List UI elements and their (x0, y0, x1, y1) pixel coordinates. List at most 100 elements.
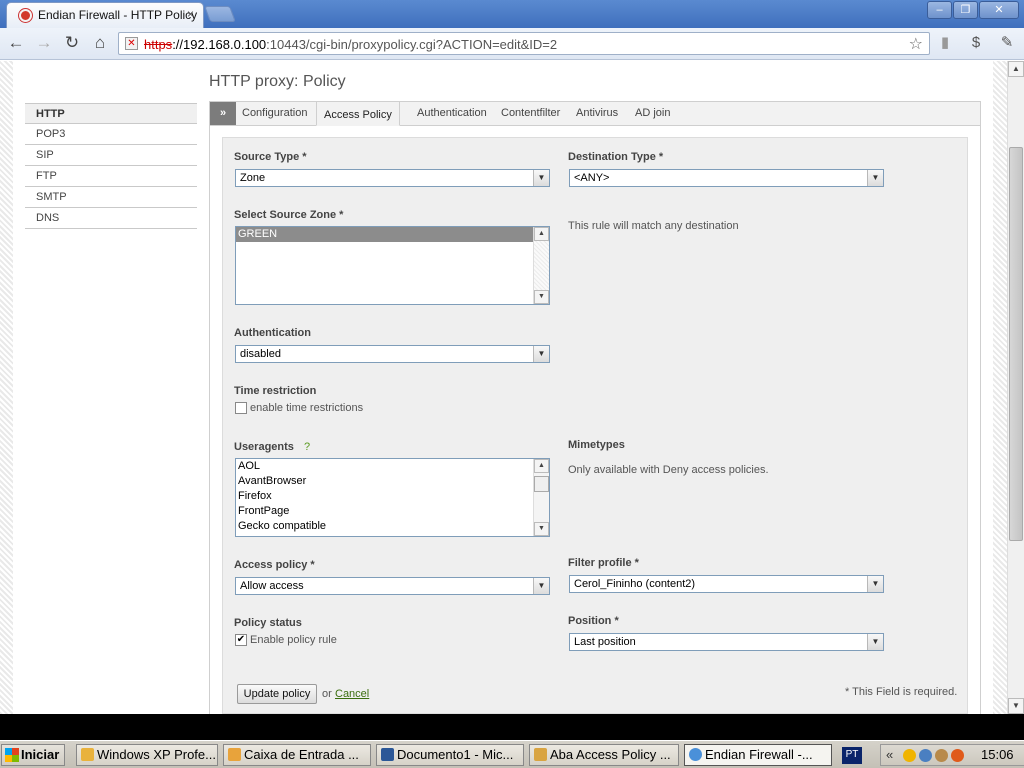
sidebar-item-ftp[interactable]: FTP (25, 166, 197, 187)
list-item[interactable]: Gecko compatible (236, 519, 533, 534)
scroll-up-icon[interactable]: ▲ (534, 227, 549, 241)
or-text: or (322, 688, 332, 700)
sidebar-item-dns[interactable]: DNS (25, 208, 197, 229)
taskbar-item[interactable]: Documento1 - Mic... (376, 744, 524, 766)
listbox-scrollbar[interactable]: ▲ ▼ (533, 227, 549, 304)
enable-policy-checkbox[interactable]: ✔ (235, 634, 247, 646)
help-icon[interactable]: ? (304, 441, 310, 453)
taskbar-item-active[interactable]: Endian Firewall -... (684, 744, 832, 766)
browser-titlebar: Endian Firewall - HTTP Policy × – ❐ ✕ (0, 0, 1024, 28)
network-icon[interactable] (919, 749, 932, 762)
taskbar-item[interactable]: Windows XP Profe... (76, 744, 218, 766)
bookmark-star-icon[interactable]: ☆ (909, 34, 923, 54)
start-button[interactable]: Iniciar (1, 744, 65, 766)
signal-bars-icon[interactable]: ▮ (935, 33, 955, 53)
tab-configuration[interactable]: Configuration (242, 102, 307, 125)
scroll-down-icon[interactable]: ▼ (534, 290, 549, 304)
tab-antivirus[interactable]: Antivirus (576, 102, 618, 125)
close-tab-icon[interactable]: × (187, 7, 194, 21)
sidebar-item-pop3[interactable]: POP3 (25, 124, 197, 145)
user-icon[interactable] (935, 749, 948, 762)
forward-icon[interactable]: → (34, 33, 54, 53)
useragents-listbox[interactable]: AOL AvantBrowser Firefox FrontPage Gecko… (235, 458, 550, 537)
scroll-thumb[interactable] (534, 476, 549, 492)
url-host: ://192.168.0.100 (172, 37, 267, 52)
source-zone-listbox[interactable]: GREEN ▲ ▼ (235, 226, 550, 305)
url-text: https://192.168.0.100:10443/cgi-bin/prox… (144, 37, 557, 52)
scroll-down-icon[interactable]: ▼ (1008, 698, 1024, 714)
word-document-icon (381, 748, 394, 761)
tab-scroll-arrow-icon[interactable]: » (210, 102, 236, 125)
filter-profile-select[interactable]: Cerol_Fininho (content2) ▼ (569, 575, 884, 593)
new-tab-button[interactable] (204, 6, 236, 22)
language-indicator[interactable]: PT (842, 747, 862, 764)
access-policy-value: Allow access (240, 580, 304, 592)
chevron-down-icon[interactable]: ▼ (533, 170, 549, 186)
list-item[interactable]: Firefox (236, 489, 533, 504)
cancel-link[interactable]: Cancel (335, 688, 369, 700)
extension-dollar-icon[interactable]: $ (966, 33, 986, 53)
taskbar-item[interactable]: Caixa de Entrada ... (223, 744, 371, 766)
browser-toolbar: ← → ↻ ⌂ ✕ https://192.168.0.100:10443/cg… (0, 28, 1024, 60)
scroll-up-icon[interactable]: ▲ (1008, 61, 1024, 77)
source-type-label: Source Type * (234, 151, 307, 163)
os-taskbar: Iniciar Windows XP Profe... Caixa de Ent… (0, 740, 1024, 768)
authentication-label: Authentication (234, 327, 311, 339)
list-item[interactable]: AOL (236, 459, 533, 474)
time-restriction-checkbox-label[interactable]: enable time restrictions (250, 402, 363, 414)
source-type-select[interactable]: Zone ▼ (235, 169, 550, 187)
chevron-down-icon[interactable]: ▼ (533, 346, 549, 362)
page-viewport: HTTP proxy: Policy HTTP POP3 SIP FTP SMT… (0, 61, 1024, 714)
destination-type-label: Destination Type * (568, 151, 664, 163)
sidebar-item-smtp[interactable]: SMTP (25, 187, 197, 208)
sidebar-item-sip[interactable]: SIP (25, 145, 197, 166)
required-field-note: * This Field is required. (845, 686, 958, 698)
maximize-button[interactable]: ❐ (953, 1, 978, 19)
mimetypes-label: Mimetypes (568, 439, 625, 451)
windows-logo-icon (5, 748, 19, 762)
authentication-select[interactable]: disabled ▼ (235, 345, 550, 363)
scroll-up-icon[interactable]: ▲ (534, 459, 549, 473)
chevron-down-icon[interactable]: ▼ (533, 578, 549, 594)
tab-contentfilter[interactable]: Contentfilter (501, 102, 560, 125)
taskbar-item[interactable]: Aba Access Policy ... (529, 744, 679, 766)
list-item[interactable]: GREEN (236, 227, 533, 242)
back-icon[interactable]: ← (6, 33, 26, 53)
endian-favicon-icon (19, 9, 32, 22)
chevron-down-icon[interactable]: ▼ (867, 634, 883, 650)
time-restriction-checkbox[interactable] (235, 402, 247, 414)
position-select[interactable]: Last position ▼ (569, 633, 884, 651)
sidebar-item-http[interactable]: HTTP (25, 103, 197, 124)
tab-ad-join[interactable]: AD join (635, 102, 670, 125)
chevron-down-icon[interactable]: ▼ (867, 576, 883, 592)
destination-note: This rule will match any destination (568, 220, 739, 232)
browser-tab-active[interactable]: Endian Firewall - HTTP Policy × (6, 2, 204, 28)
enable-policy-checkbox-label[interactable]: Enable policy rule (250, 634, 337, 646)
antivirus-icon[interactable] (951, 749, 964, 762)
list-item[interactable]: FrontPage (236, 504, 533, 519)
update-policy-button[interactable]: Update policy (237, 684, 317, 704)
page-scrollbar[interactable]: ▲ ▼ (1007, 61, 1024, 714)
close-window-button[interactable]: ✕ (979, 1, 1019, 19)
tab-access-policy[interactable]: Access Policy (316, 101, 400, 126)
windows-xp-icon (81, 748, 94, 761)
insecure-https-icon[interactable]: ✕ (125, 37, 138, 50)
system-tray: « 15:06 (880, 744, 1024, 766)
list-item[interactable]: AvantBrowser (236, 474, 533, 489)
policy-status-label: Policy status (234, 617, 302, 629)
tray-clock-icon[interactable] (903, 749, 916, 762)
minimize-button[interactable]: – (927, 1, 952, 19)
tab-authentication[interactable]: Authentication (417, 102, 487, 125)
scroll-thumb[interactable] (1009, 147, 1023, 541)
home-icon[interactable]: ⌂ (90, 33, 110, 53)
access-policy-select[interactable]: Allow access ▼ (235, 577, 550, 595)
listbox-scrollbar[interactable]: ▲ ▼ (533, 459, 549, 536)
wrench-icon[interactable]: ✎ (997, 33, 1017, 53)
destination-type-select[interactable]: <ANY> ▼ (569, 169, 884, 187)
reload-icon[interactable]: ↻ (62, 33, 82, 53)
taskbar-item-label: Aba Access Policy ... (550, 747, 671, 762)
tray-expand-icon[interactable]: « (886, 747, 893, 762)
chevron-down-icon[interactable]: ▼ (867, 170, 883, 186)
address-bar[interactable]: ✕ https://192.168.0.100:10443/cgi-bin/pr… (118, 32, 930, 55)
scroll-down-icon[interactable]: ▼ (534, 522, 549, 536)
